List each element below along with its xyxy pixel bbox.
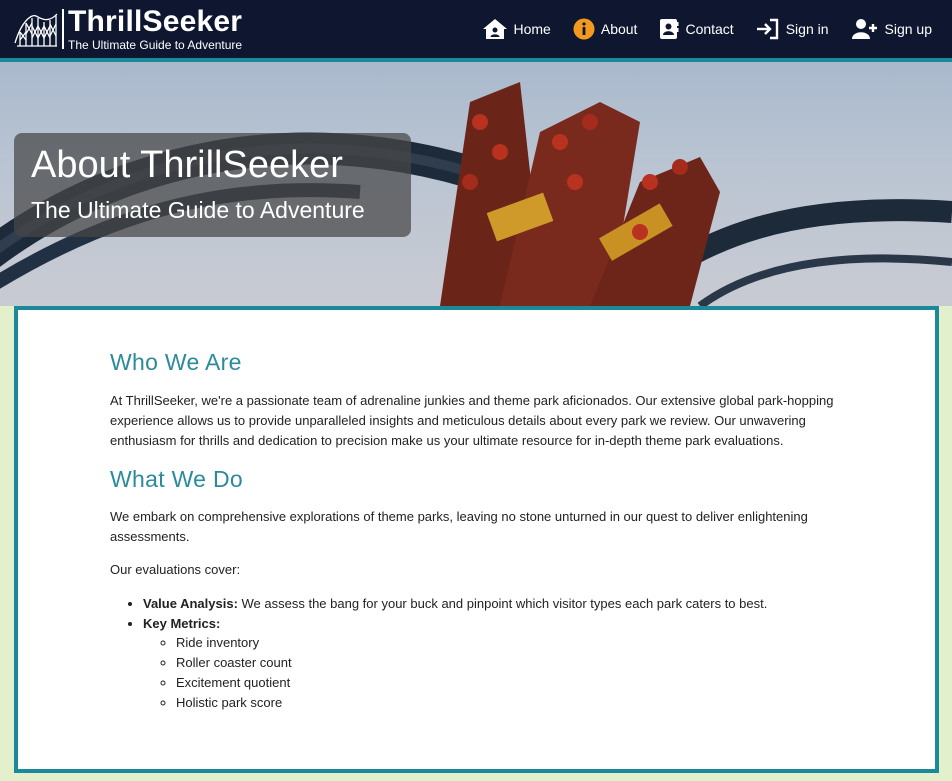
hero-banner: About ThrillSeeker The Ultimate Guide to… bbox=[0, 62, 952, 306]
add-user-icon bbox=[851, 19, 877, 39]
nav-home[interactable]: Home bbox=[482, 18, 551, 40]
what-we-do-heading: What We Do bbox=[110, 466, 243, 492]
nav-home-label: Home bbox=[513, 21, 551, 37]
contact-card-icon bbox=[660, 19, 679, 39]
home-icon bbox=[482, 19, 507, 39]
what-we-do-paragraph: We embark on comprehensive explorations … bbox=[110, 509, 808, 544]
hero-caption-box: About ThrillSeeker The Ultimate Guide to… bbox=[14, 133, 411, 237]
brand-logo-link[interactable]: ThrillSeeker The Ultimate Guide to Adven… bbox=[14, 0, 242, 58]
hero-subtitle: The Ultimate Guide to Adventure bbox=[31, 197, 365, 223]
nav-about[interactable]: About bbox=[573, 18, 638, 40]
sign-in-icon bbox=[756, 18, 778, 40]
nav-sign-up[interactable]: Sign up bbox=[851, 18, 932, 40]
nav-contact-label: Contact bbox=[685, 21, 734, 37]
evaluations-list: Value Analysis: We assess the bang for y… bbox=[143, 594, 835, 713]
metric-item: Roller coaster count bbox=[176, 653, 835, 673]
who-we-are-heading: Who We Are bbox=[110, 349, 242, 375]
article-body: Who We Are At ThrillSeeker, we're a pass… bbox=[110, 348, 835, 713]
top-navbar: ThrillSeeker The Ultimate Guide to Adven… bbox=[0, 0, 952, 62]
metric-item: Holistic park score bbox=[176, 693, 835, 713]
brand-divider bbox=[62, 9, 64, 49]
info-icon bbox=[573, 18, 595, 40]
who-we-are-paragraph: At ThrillSeeker, we're a passionate team… bbox=[110, 393, 834, 448]
list-item-key-metrics: Key Metrics: Ride inventory Roller coast… bbox=[143, 614, 835, 714]
metric-item: Excitement quotient bbox=[176, 673, 835, 693]
brand-tagline: The Ultimate Guide to Adventure bbox=[68, 37, 243, 52]
nav-sign-in[interactable]: Sign in bbox=[756, 18, 829, 40]
nav-contact[interactable]: Contact bbox=[659, 18, 734, 40]
nav-sign-up-label: Sign up bbox=[884, 21, 932, 37]
key-metrics-list: Ride inventory Roller coaster count Exci… bbox=[176, 633, 835, 713]
main-nav: Home About Contact Sign in Sign up bbox=[460, 0, 932, 58]
evaluations-intro: Our evaluations cover: bbox=[110, 562, 241, 577]
nav-sign-in-label: Sign in bbox=[785, 21, 829, 37]
brand-name: ThrillSeeker bbox=[68, 4, 243, 38]
nav-about-label: About bbox=[600, 21, 638, 37]
list-item-value-analysis: Value Analysis: We assess the bang for y… bbox=[143, 594, 835, 614]
key-metrics-label: Key Metrics: bbox=[143, 615, 221, 631]
hero-title: About ThrillSeeker bbox=[31, 144, 343, 186]
metric-item: Ride inventory bbox=[176, 633, 835, 653]
roller-coaster-logo-icon bbox=[14, 13, 58, 47]
brand-text: ThrillSeeker The Ultimate Guide to Adven… bbox=[68, 4, 243, 52]
main-content-card: Who We Are At ThrillSeeker, we're a pass… bbox=[14, 306, 939, 773]
value-analysis-text: We assess the bang for your buck and pin… bbox=[237, 596, 768, 611]
value-analysis-label: Value Analysis: bbox=[143, 596, 238, 611]
